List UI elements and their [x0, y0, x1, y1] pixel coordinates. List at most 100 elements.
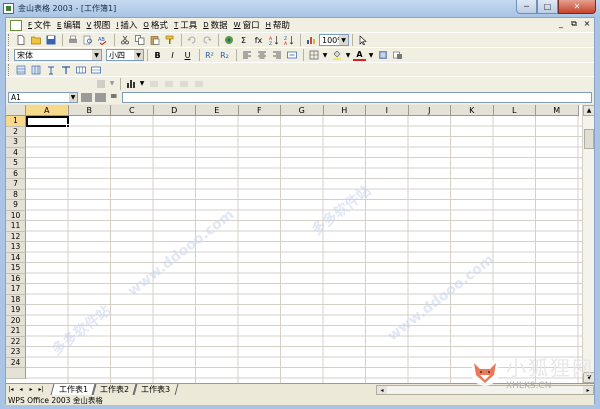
scroll-thumb[interactable] — [584, 129, 594, 149]
underline-button[interactable]: U — [181, 49, 194, 61]
align-left-button[interactable] — [240, 49, 253, 61]
toolbar-grip[interactable] — [8, 49, 11, 61]
insert-cells-button[interactable] — [74, 64, 87, 76]
cancel-entry-icon[interactable] — [81, 92, 92, 102]
fill-color-button[interactable] — [330, 49, 343, 61]
row-header[interactable]: 23 — [6, 347, 26, 358]
zoom-combo[interactable]: 100% ▼ — [319, 34, 349, 46]
by-column-button[interactable] — [192, 78, 205, 90]
autosum-button[interactable]: Σ — [237, 34, 250, 46]
vertical-scrollbar[interactable]: ▲ ▼ — [582, 105, 594, 383]
merge-center-button[interactable] — [285, 49, 298, 61]
chart-wizard-button[interactable] — [304, 34, 317, 46]
menu-data[interactable]: D 数据 — [200, 19, 230, 32]
scroll-down-button[interactable]: ▼ — [583, 372, 594, 383]
row-header[interactable]: 14 — [6, 252, 26, 263]
row-header[interactable] — [6, 368, 26, 379]
doc-minimize-button[interactable]: _ — [556, 19, 566, 29]
redo-button[interactable] — [200, 34, 213, 46]
paste-button[interactable] — [148, 34, 161, 46]
sheet-tab-2[interactable]: 工作表2 — [91, 384, 138, 395]
row-header[interactable]: 22 — [6, 336, 26, 347]
sort-descending-button[interactable]: ZA — [282, 34, 295, 46]
sheet-tab-3[interactable]: 工作表3 — [132, 384, 179, 395]
sort-ascending-button[interactable]: AZ — [267, 34, 280, 46]
doc-restore-button[interactable]: ⧉ — [569, 19, 579, 29]
scroll-up-button[interactable]: ▲ — [583, 105, 594, 116]
chart-type-button[interactable] — [124, 78, 137, 90]
column-header[interactable]: H — [323, 105, 366, 116]
column-header[interactable]: C — [111, 105, 154, 116]
subscript-button[interactable]: R₂ — [218, 49, 231, 61]
row-header[interactable]: 6 — [6, 168, 26, 179]
format-painter-button[interactable] — [163, 34, 176, 46]
prev-sheet-button[interactable]: ◂ — [16, 385, 26, 395]
row-header[interactable]: 1 — [6, 116, 26, 127]
row-header[interactable]: 21 — [6, 326, 26, 337]
row-header[interactable]: 18 — [6, 294, 26, 305]
column-header[interactable]: D — [153, 105, 196, 116]
row-header[interactable]: 12 — [6, 231, 26, 242]
chevron-down-icon[interactable]: ▼ — [92, 50, 101, 60]
cell-style-button[interactable] — [376, 49, 389, 61]
chevron-down-icon[interactable]: ▼ — [69, 92, 77, 102]
insert-column-button[interactable] — [29, 64, 42, 76]
column-header[interactable]: M — [536, 105, 579, 116]
copy-button[interactable] — [133, 34, 146, 46]
protect-button[interactable] — [391, 49, 404, 61]
row-header[interactable]: 19 — [6, 305, 26, 316]
first-sheet-button[interactable]: |◂ — [6, 385, 16, 395]
last-sheet-button[interactable]: ▸| — [36, 385, 46, 395]
superscript-button[interactable]: R² — [203, 49, 216, 61]
active-cell-a1[interactable] — [26, 116, 70, 128]
close-button[interactable]: ✕ — [558, 0, 596, 14]
insert-row-button[interactable] — [14, 64, 27, 76]
confirm-entry-icon[interactable] — [95, 92, 106, 102]
legend-button[interactable] — [147, 78, 160, 90]
column-header[interactable]: G — [281, 105, 324, 116]
column-header[interactable]: F — [238, 105, 281, 116]
cut-button[interactable] — [118, 34, 131, 46]
row-header[interactable]: 16 — [6, 273, 26, 284]
row-header[interactable]: 9 — [6, 200, 26, 211]
row-header[interactable]: 15 — [6, 263, 26, 274]
horizontal-scrollbar[interactable]: ◂ ▸ — [376, 385, 594, 395]
chevron-down-icon[interactable]: ▼ — [339, 35, 348, 45]
chevron-down-icon[interactable]: ▼ — [368, 49, 374, 61]
scroll-left-button[interactable]: ◂ — [377, 386, 387, 394]
bold-button[interactable]: B — [151, 49, 164, 61]
scroll-right-button[interactable]: ▸ — [583, 386, 593, 394]
row-header[interactable]: 8 — [6, 189, 26, 200]
row-header[interactable]: 4 — [6, 147, 26, 158]
toolbar-grip[interactable] — [8, 63, 11, 76]
menu-window[interactable]: W 窗口 — [231, 19, 263, 32]
data-table-button[interactable] — [162, 78, 175, 90]
column-header[interactable]: I — [366, 105, 409, 116]
font-color-button[interactable]: A — [353, 49, 366, 61]
column-header[interactable]: J — [408, 105, 451, 116]
chevron-down-icon[interactable]: ▼ — [139, 78, 145, 90]
print-preview-button[interactable] — [81, 34, 94, 46]
column-header[interactable]: K — [451, 105, 494, 116]
menu-format[interactable]: O 格式 — [140, 19, 171, 32]
align-center-button[interactable] — [255, 49, 268, 61]
by-row-button[interactable] — [177, 78, 190, 90]
font-size-combo[interactable]: 小四 ▼ — [106, 49, 144, 61]
row-header[interactable]: 20 — [6, 315, 26, 326]
delete-cells-button[interactable] — [89, 64, 102, 76]
chevron-down-icon[interactable]: ▼ — [322, 49, 328, 61]
row-header[interactable]: 24 — [6, 357, 26, 368]
chevron-down-icon[interactable]: ▼ — [345, 49, 351, 61]
doc-close-button[interactable]: × — [582, 19, 592, 29]
chart-object-button[interactable] — [94, 78, 107, 90]
chevron-down-icon[interactable]: ▼ — [109, 78, 115, 90]
function-button[interactable]: fx — [252, 34, 265, 46]
insert-function-button[interactable]: = — [110, 92, 118, 102]
column-header[interactable]: E — [196, 105, 239, 116]
font-name-combo[interactable]: 宋体 ▼ — [14, 49, 102, 61]
select-all-corner[interactable] — [6, 105, 26, 116]
toolbar-grip[interactable] — [8, 34, 11, 46]
column-header[interactable]: B — [68, 105, 111, 116]
select-pointer-button[interactable] — [356, 34, 369, 46]
spell-check-button[interactable]: AB — [96, 34, 109, 46]
